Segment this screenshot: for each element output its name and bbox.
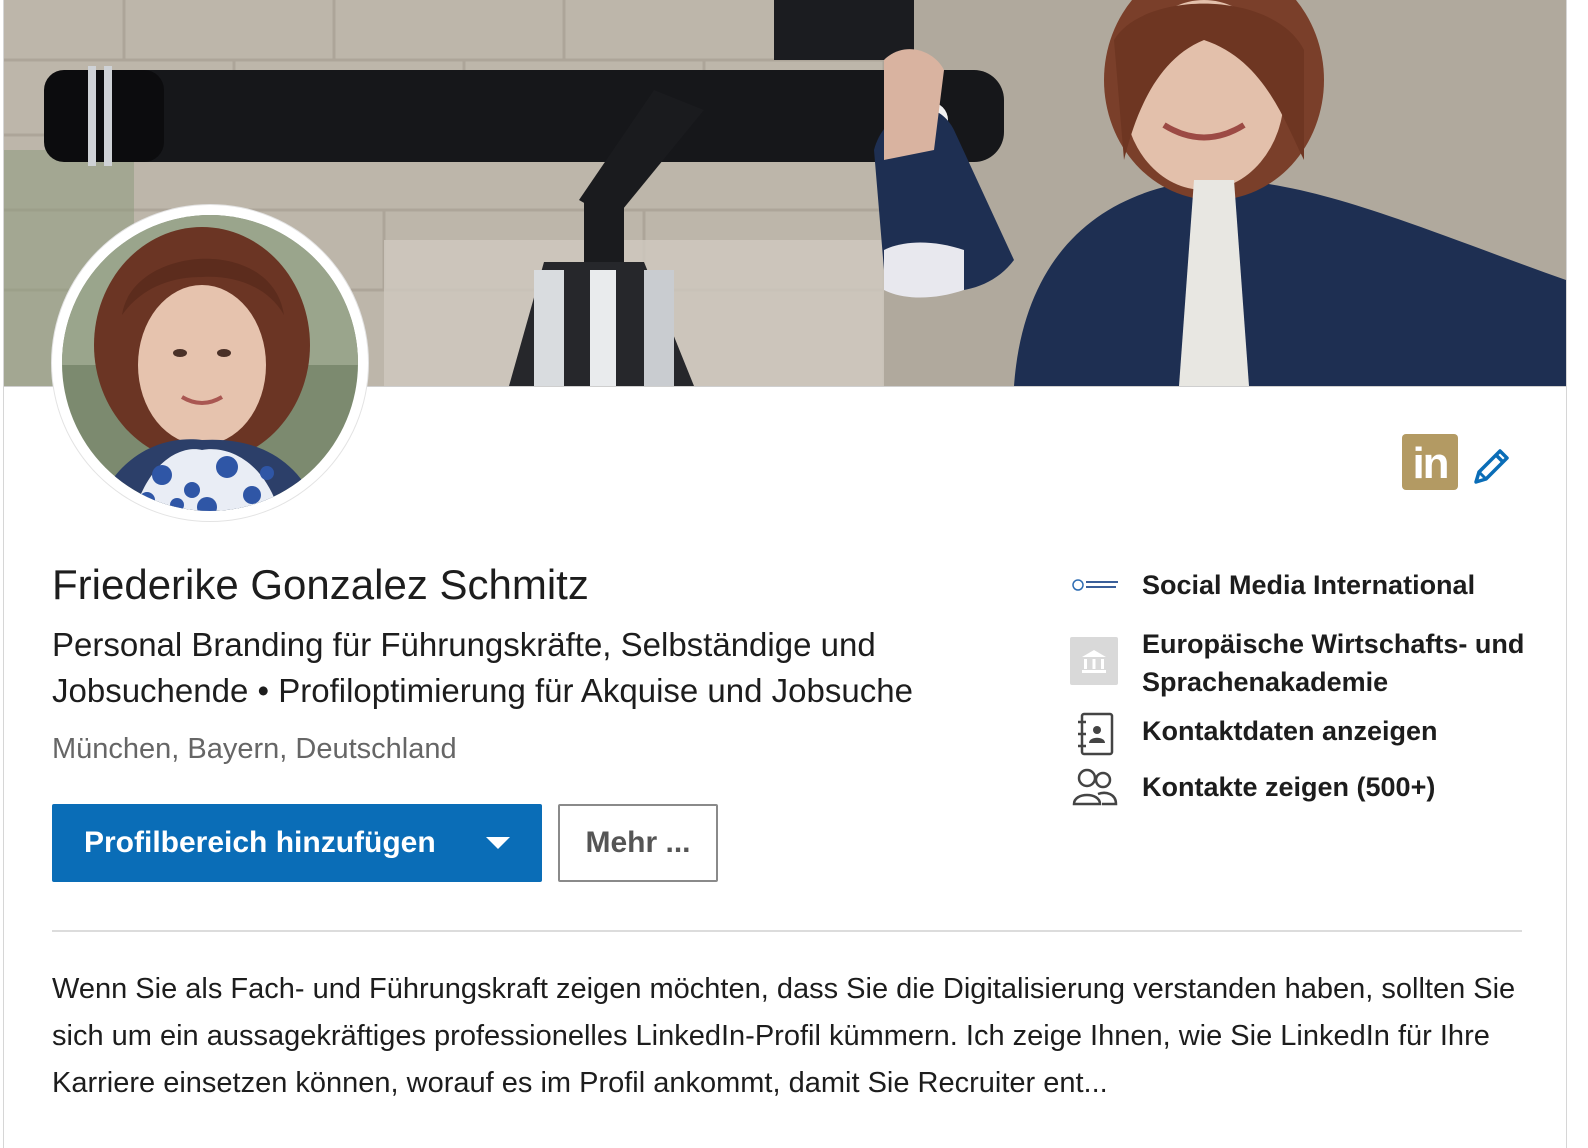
connections-link[interactable]: Kontakte zeigen (500+) — [1070, 768, 1530, 812]
profile-card: in Friederike Gonzalez Schmitz Personal … — [3, 0, 1567, 1148]
about-summary[interactable]: Wenn Sie als Fach- und Führungskraft zei… — [52, 966, 1522, 1107]
more-button[interactable]: Mehr ... — [558, 804, 718, 882]
add-profile-section-button[interactable]: Profilbereich hinzufügen — [52, 804, 542, 882]
profile-name: Friederike Gonzalez Schmitz — [52, 561, 589, 608]
pencil-icon[interactable] — [1470, 444, 1514, 488]
contact-info-label: Kontaktdaten anzeigen — [1142, 716, 1438, 746]
education-link[interactable]: Europäische Wirtschafts- und Sprachenaka… — [1070, 625, 1530, 705]
company-logo-icon — [1070, 560, 1120, 610]
chevron-down-icon — [486, 837, 510, 849]
profile-headline: Personal Branding für Führungskräfte, Se… — [52, 626, 913, 709]
linkedin-badge-icon[interactable]: in — [1402, 434, 1458, 490]
section-divider — [52, 930, 1522, 932]
contact-info-link[interactable]: Kontaktdaten anzeigen — [1070, 712, 1530, 756]
contact-book-icon — [1070, 710, 1120, 760]
company-name: Social Media International — [1142, 570, 1476, 600]
people-icon — [1070, 764, 1120, 814]
school-icon — [1070, 637, 1118, 685]
add-profile-section-label: Profilbereich hinzufügen — [84, 826, 436, 859]
profile-location: München, Bayern, Deutschland — [52, 733, 457, 765]
current-company-link[interactable]: Social Media International — [1070, 566, 1530, 606]
profile-avatar[interactable] — [52, 205, 368, 521]
connections-label: Kontakte zeigen (500+) — [1142, 772, 1436, 802]
school-name: Europäische Wirtschafts- und Sprachenaka… — [1142, 629, 1525, 697]
